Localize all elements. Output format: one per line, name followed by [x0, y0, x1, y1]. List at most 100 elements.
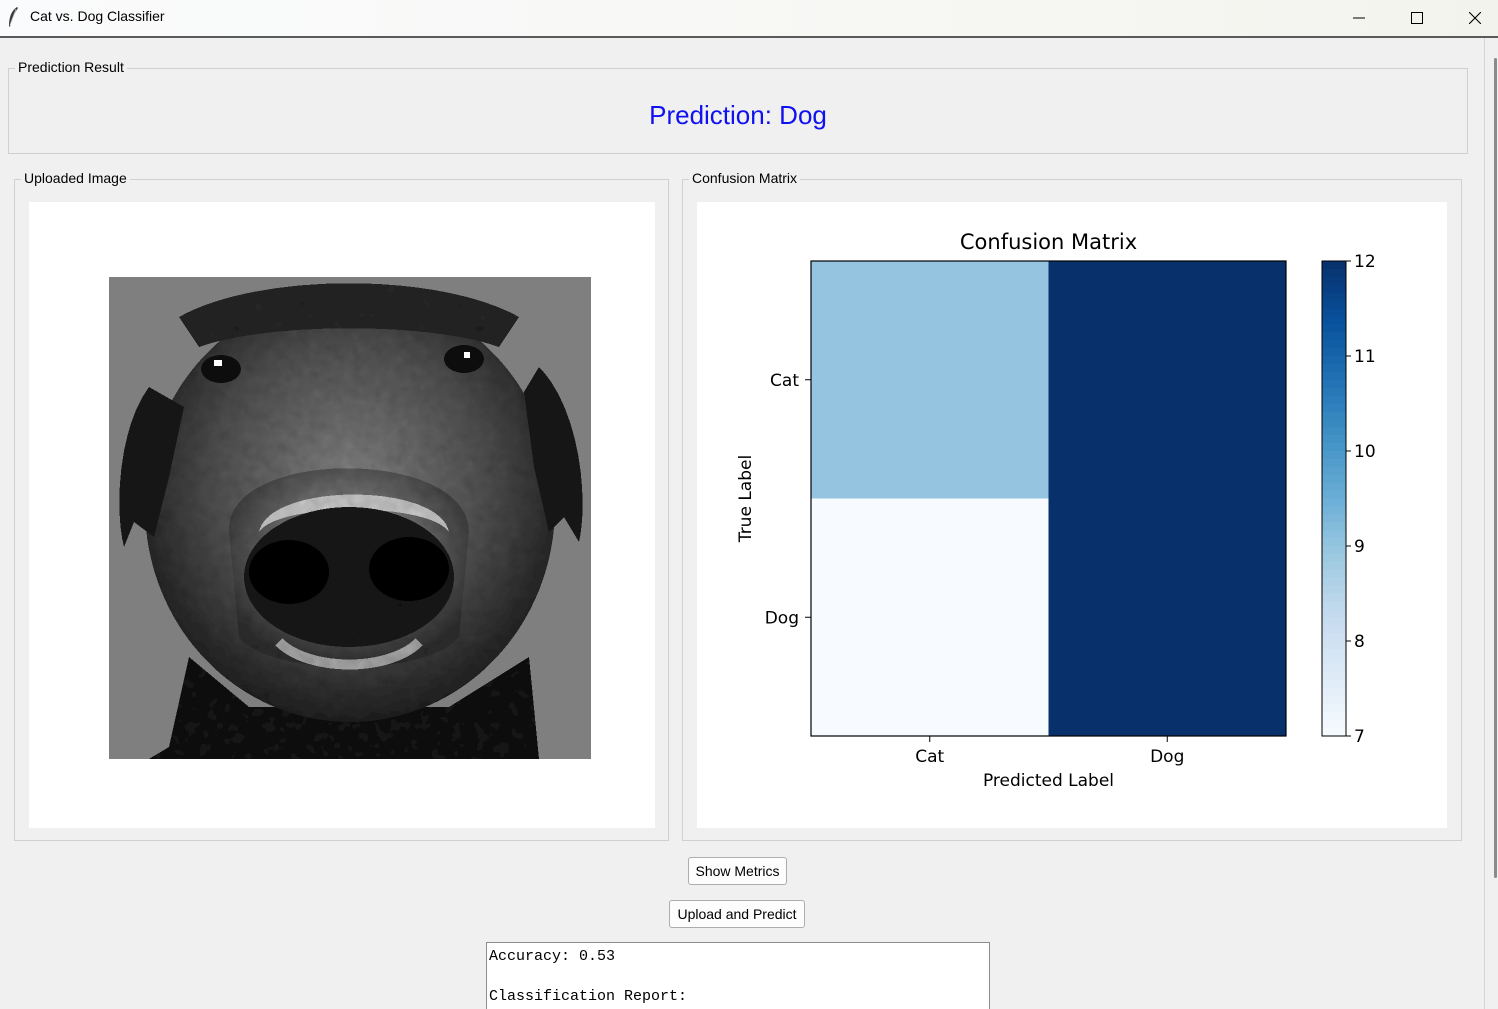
- heatmap-cell-dog-cat: [811, 498, 1049, 736]
- colorbar-segment: [1322, 387, 1346, 397]
- confusion-matrix-label: Confusion Matrix: [689, 170, 801, 186]
- colorbar-segment: [1322, 617, 1346, 626]
- colorbar-segment: [1322, 688, 1346, 698]
- colorbar-segment: [1322, 363, 1346, 373]
- colorbar-segment: [1322, 308, 1346, 318]
- colorbar-segment: [1322, 332, 1346, 341]
- colorbar-segment: [1322, 696, 1346, 705]
- colorbar-segment: [1322, 522, 1346, 531]
- dog-photo: [109, 277, 591, 759]
- colorbar-segment: [1322, 506, 1346, 515]
- metrics-report-textbox[interactable]: Accuracy: 0.53 Classification Report:: [486, 942, 990, 1009]
- vertical-scrollbar[interactable]: [1484, 38, 1498, 1009]
- scrollbar-thumb[interactable]: [1494, 58, 1497, 878]
- colorbar-tick-label-12: 12: [1354, 252, 1376, 272]
- colorbar-segment: [1322, 648, 1346, 658]
- maximize-button[interactable]: [1388, 0, 1446, 36]
- colorbar-segment: [1322, 371, 1346, 381]
- colorbar-segment: [1322, 553, 1346, 563]
- colorbar-tick-label-11: 11: [1354, 347, 1376, 367]
- colorbar-segment: [1322, 324, 1346, 333]
- heatmap-cell-cat-dog: [1048, 261, 1286, 499]
- colorbar-segment: [1322, 498, 1346, 508]
- y-tick-label-dog: Dog: [765, 608, 799, 628]
- colorbar-segment: [1322, 672, 1346, 682]
- colorbar-segment: [1322, 443, 1346, 452]
- heatmap-cell-cat-cat: [811, 261, 1049, 499]
- minimize-button[interactable]: [1330, 0, 1388, 36]
- colorbar-tick-label-10: 10: [1354, 442, 1376, 462]
- colorbar-segment: [1322, 276, 1346, 286]
- colorbar-segment: [1322, 514, 1346, 523]
- colorbar-tick-label-7: 7: [1354, 727, 1365, 747]
- colorbar-segment: [1322, 340, 1346, 349]
- maximize-icon: [1411, 12, 1423, 24]
- colorbar-segment: [1322, 411, 1346, 420]
- prediction-result-label: Prediction Result: [15, 59, 127, 75]
- colorbar-segment: [1322, 466, 1346, 476]
- colorbar-segment: [1322, 419, 1346, 428]
- colorbar-segment: [1322, 712, 1346, 721]
- colorbar-segment: [1322, 656, 1346, 666]
- colorbar-segment: [1322, 395, 1346, 405]
- colorbar-segment: [1322, 261, 1346, 270]
- colorbar-segment: [1322, 316, 1346, 325]
- uploaded-image-canvas: [29, 202, 655, 828]
- close-icon: [1469, 12, 1481, 24]
- show-metrics-button[interactable]: Show Metrics: [688, 857, 787, 885]
- colorbar-segment: [1322, 348, 1346, 357]
- colorbar-segment: [1322, 482, 1346, 492]
- minimize-icon: [1353, 17, 1365, 19]
- colorbar-tick-label-9: 9: [1354, 537, 1365, 557]
- uploaded-image-label: Uploaded Image: [21, 170, 130, 186]
- colorbar-segment: [1322, 577, 1346, 587]
- colorbar-segment: [1322, 356, 1346, 365]
- colorbar-segment: [1322, 268, 1346, 278]
- colorbar-segment: [1322, 451, 1346, 460]
- window-title: Cat vs. Dog Classifier: [30, 8, 165, 24]
- colorbar-segment: [1322, 625, 1346, 634]
- chart-title: Confusion Matrix: [960, 230, 1137, 254]
- classification-report-heading: Classification Report:: [489, 988, 688, 1005]
- colorbar-segment: [1322, 720, 1346, 729]
- colorbar-segment: [1322, 403, 1346, 413]
- colorbar-segment: [1322, 435, 1346, 444]
- colorbar-segment: [1322, 641, 1346, 650]
- colorbar-segment: [1322, 284, 1346, 294]
- colorbar-segment: [1322, 680, 1346, 690]
- x-axis-label: Predicted Label: [983, 771, 1114, 791]
- colorbar-segment: [1322, 474, 1346, 484]
- colorbar-segment: [1322, 633, 1346, 642]
- colorbar-segment: [1322, 561, 1346, 571]
- title-bar: Cat vs. Dog Classifier: [0, 0, 1498, 38]
- colorbar-segment: [1322, 546, 1346, 555]
- colorbar-segment: [1322, 593, 1346, 603]
- colorbar-tick-label-8: 8: [1354, 632, 1365, 652]
- colorbar-segment: [1322, 601, 1346, 610]
- accuracy-line: Accuracy: 0.53: [489, 948, 616, 965]
- confusion-matrix-canvas: Confusion Matrix Predicted Label True Labe…: [697, 202, 1447, 828]
- colorbar-segment: [1322, 704, 1346, 713]
- colorbar-segment: [1322, 609, 1346, 618]
- upload-and-predict-button[interactable]: Upload and Predict: [669, 900, 805, 928]
- colorbar-segment: [1322, 292, 1346, 302]
- feather-app-icon: [9, 7, 18, 27]
- x-tick-label-dog: Dog: [1150, 747, 1184, 767]
- colorbar-segment: [1322, 538, 1346, 547]
- colorbar-segment: [1322, 530, 1346, 539]
- colorbar-segment: [1322, 427, 1346, 436]
- colorbar-segment: [1322, 585, 1346, 595]
- colorbar-segment: [1322, 490, 1346, 500]
- colorbar-segment: [1322, 458, 1346, 468]
- colorbar-segment: [1322, 379, 1346, 389]
- close-button[interactable]: [1446, 0, 1498, 36]
- colorbar-segment: [1322, 664, 1346, 674]
- colorbar-segment: [1322, 300, 1346, 310]
- colorbar-segment: [1322, 728, 1346, 737]
- confusion-matrix-chart: Confusion Matrix Predicted Label True Labe…: [736, 230, 1376, 791]
- heatmap-cell-dog-dog: [1048, 498, 1286, 736]
- colorbar-segment: [1322, 569, 1346, 579]
- y-axis-label: True Label: [736, 455, 756, 543]
- prediction-text: Prediction: Dog: [649, 100, 827, 130]
- x-tick-label-cat: Cat: [915, 747, 944, 767]
